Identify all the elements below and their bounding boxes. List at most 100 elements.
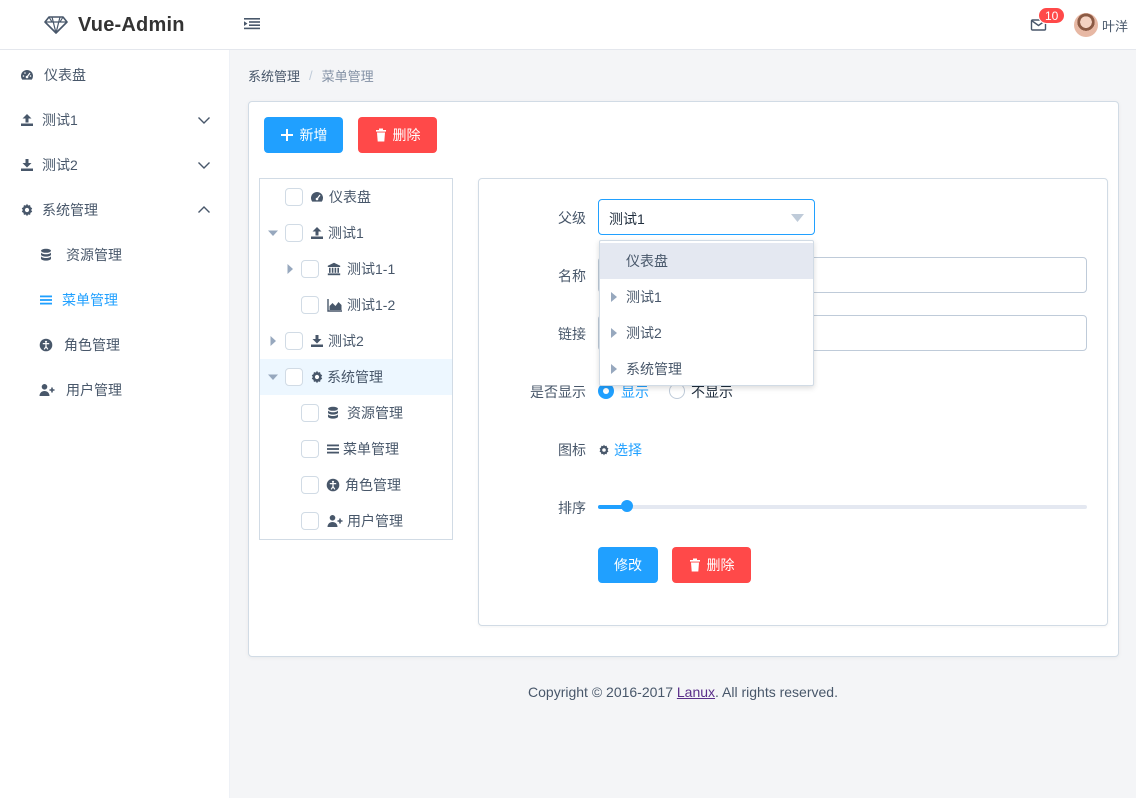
tree-node[interactable]: 系统管理 [260, 359, 452, 395]
sidebar-item-dashboard[interactable]: 仪表盘 [0, 52, 230, 97]
visible-label: 是否显示 [530, 384, 586, 400]
sidebar-item-label: 角色管理 [64, 336, 120, 353]
tree-node-label: 系统管理 [327, 369, 383, 385]
database-icon [39, 248, 53, 262]
dashboard-icon [310, 190, 324, 204]
mail-count-badge: 10 [1038, 7, 1066, 24]
tree-node[interactable]: 用户管理 [260, 503, 452, 539]
tree-checkbox[interactable] [285, 188, 303, 206]
tree-node[interactable]: 测试1 [260, 215, 452, 251]
link-label: 链接 [558, 326, 586, 342]
order-label: 排序 [558, 500, 586, 516]
parent-select[interactable]: 测试1 [598, 199, 815, 235]
update-button[interactable]: 修改 [598, 547, 658, 583]
add-button[interactable]: 新增 [264, 117, 343, 153]
tree-node[interactable]: 测试2 [260, 323, 452, 359]
tree-checkbox[interactable] [285, 368, 303, 386]
triangle-down-icon[interactable] [268, 372, 278, 382]
tree-node-label: 测试2 [328, 333, 364, 349]
dropdown-option[interactable]: 测试1 [600, 279, 813, 315]
footer-suffix: . All rights reserved. [715, 684, 838, 700]
dropdown-option[interactable]: 仪表盘 [600, 243, 813, 279]
chevron-down-icon [198, 116, 210, 124]
tree-checkbox[interactable] [301, 512, 319, 530]
tree-node[interactable]: 测试1-2 [260, 287, 452, 323]
sidebar-item-user[interactable]: 用户管理 [0, 367, 230, 412]
tree-checkbox[interactable] [301, 404, 319, 422]
tree-checkbox[interactable] [301, 476, 319, 494]
sidebar-item-label: 测试1 [42, 111, 78, 128]
sidebar-item-menu[interactable]: 菜单管理 [0, 277, 230, 322]
delete-button[interactable]: 删除 [358, 117, 437, 153]
tree-node-label: 仪表盘 [329, 189, 371, 205]
icon-label: 图标 [558, 442, 586, 458]
sidebar-item-resource[interactable]: 资源管理 [0, 232, 230, 277]
tree-node[interactable]: 角色管理 [260, 467, 452, 503]
form-delete-button-label: 删除 [706, 557, 735, 573]
tree-checkbox[interactable] [285, 224, 303, 242]
sidebar-item-test1[interactable]: 测试1 [0, 97, 230, 142]
sidebar-item-test2[interactable]: 测试2 [0, 142, 230, 187]
footer-link[interactable]: Lanux [677, 684, 715, 700]
triangle-right-icon[interactable] [610, 292, 618, 302]
tree-node[interactable]: 测试1-1 [260, 251, 452, 287]
brand-title: Vue-Admin [78, 13, 185, 36]
tree-checkbox[interactable] [301, 260, 319, 278]
triangle-right-icon[interactable] [285, 264, 295, 274]
sidebar-item-label: 菜单管理 [62, 291, 118, 308]
trash-icon [375, 128, 386, 142]
triangle-down-icon[interactable] [268, 228, 278, 238]
breadcrumb: 系统管理 / 菜单管理 [248, 66, 374, 85]
tree-checkbox[interactable] [285, 332, 303, 350]
area-chart-icon [327, 298, 343, 312]
breadcrumb-item[interactable]: 系统管理 [248, 66, 300, 85]
triangle-right-icon[interactable] [610, 364, 618, 374]
dropdown-option-label: 测试2 [626, 325, 662, 341]
footer-prefix: Copyright © 2016-2017 [528, 684, 677, 700]
parent-select-value: 测试1 [609, 211, 645, 227]
dropdown-option[interactable]: 测试2 [600, 315, 813, 351]
name-label: 名称 [558, 268, 586, 284]
user-plus-icon [39, 383, 55, 397]
plus-icon [280, 129, 293, 141]
bars-icon [39, 293, 53, 307]
breadcrumb-separator: / [309, 68, 313, 83]
sidebar-item-system[interactable]: 系统管理 [0, 187, 230, 232]
dropdown-option-label: 测试1 [626, 289, 662, 305]
dropdown-option-label: 仪表盘 [626, 253, 668, 269]
sidebar-item-label: 仪表盘 [44, 66, 86, 83]
add-button-label: 新增 [299, 127, 328, 143]
username[interactable]: 叶洋 [1102, 16, 1128, 35]
chevron-down-icon [198, 161, 210, 169]
accessibility-icon [39, 338, 53, 352]
order-slider[interactable] [598, 500, 1087, 512]
brand[interactable]: Vue-Admin [44, 12, 185, 38]
tree-checkbox[interactable] [301, 296, 319, 314]
avatar[interactable] [1074, 13, 1098, 37]
tree-node[interactable]: 仪表盘 [260, 179, 452, 215]
user-plus-icon [326, 514, 343, 528]
sidebar-item-label: 系统管理 [42, 201, 98, 218]
tree-node-label: 测试1-2 [347, 297, 396, 313]
form-delete-button[interactable]: 删除 [672, 547, 751, 583]
icon-select-label: 选择 [614, 442, 642, 458]
accessibility-icon [326, 478, 340, 492]
tree-node-label: 用户管理 [347, 513, 403, 529]
menu-toggle-icon[interactable] [244, 17, 260, 31]
sidebar-item-label: 测试2 [42, 156, 78, 173]
triangle-right-icon[interactable] [268, 336, 278, 346]
download-icon [20, 158, 34, 172]
dropdown-option[interactable]: 系统管理 [600, 351, 813, 387]
triangle-right-icon[interactable] [610, 328, 618, 338]
sidebar-item-label: 资源管理 [66, 246, 122, 263]
bars-icon [326, 442, 340, 456]
sidebar-item-role[interactable]: 角色管理 [0, 322, 230, 367]
dropdown-option-label: 系统管理 [626, 361, 682, 377]
download-icon [310, 334, 324, 348]
tree-checkbox[interactable] [301, 440, 319, 458]
icon-select-link[interactable]: 选择 [598, 440, 642, 460]
gear-icon [310, 370, 324, 384]
tree-node[interactable]: 菜单管理 [260, 431, 452, 467]
bank-icon [327, 262, 341, 276]
tree-node[interactable]: 资源管理 [260, 395, 452, 431]
